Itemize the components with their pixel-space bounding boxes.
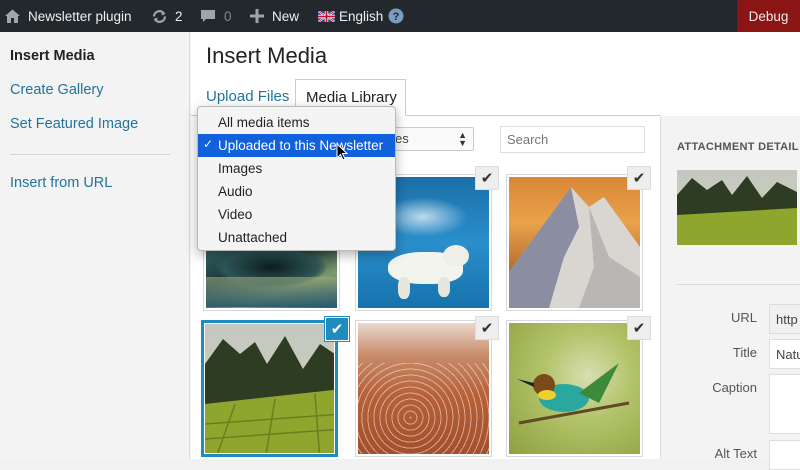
attachment-thumbnail (677, 170, 797, 245)
new-link[interactable]: New (272, 0, 299, 32)
media-item-green-valley[interactable] (201, 320, 338, 457)
comment-icon[interactable] (200, 0, 216, 32)
dropdown-option-label: Audio (218, 184, 253, 199)
flamingos-image (358, 323, 489, 454)
updates-icon[interactable] (151, 0, 168, 32)
dropdown-option-video[interactable]: Video (198, 203, 395, 226)
dropdown-option-unattached[interactable]: Unattached (198, 226, 395, 249)
plus-icon[interactable] (250, 0, 264, 32)
dropdown-option-audio[interactable]: Audio (198, 180, 395, 203)
sidebar-divider (10, 154, 170, 155)
dropdown-option-label: Video (218, 207, 253, 222)
updates-count[interactable]: 2 (175, 0, 183, 32)
comments-count[interactable]: 0 (224, 0, 232, 32)
dropdown-option-uploaded-to-this-newsletter[interactable]: ✓ Uploaded to this Newsletter (198, 134, 395, 157)
attachment-details-heading: ATTACHMENT DETAIL (677, 141, 799, 153)
dropdown-option-label: Unattached (218, 230, 288, 245)
dropdown-option-images[interactable]: Images (198, 157, 395, 180)
check-icon[interactable]: ✔ (325, 317, 349, 341)
page-title: Insert Media (206, 43, 328, 68)
caption-label: Caption (712, 380, 757, 395)
sidebar-item-insert-from-url[interactable]: Insert from URL (10, 175, 112, 191)
url-field[interactable] (769, 304, 800, 334)
dropdown-option-label: Images (218, 161, 263, 176)
bee-eater-bird-image (509, 323, 640, 454)
check-icon[interactable]: ✔ (627, 166, 651, 190)
admin-bar: Newsletter plugin 2 0 New English ? Debu… (0, 0, 800, 32)
language-switcher[interactable]: English (339, 0, 383, 32)
checkmark-icon: ✓ (203, 137, 214, 151)
sidebar-item-set-featured-image[interactable]: Set Featured Image (10, 116, 138, 132)
dropdown-option-all-media-items[interactable]: All media items (198, 111, 395, 134)
select-arrows-icon: ▲ ▼ (458, 130, 467, 148)
debug-button[interactable]: Debug (737, 0, 800, 32)
sidebar-item-insert-media[interactable]: Insert Media (10, 48, 95, 64)
title-field[interactable] (769, 339, 800, 369)
check-icon[interactable]: ✔ (627, 316, 651, 340)
media-item-snowy-mountain[interactable] (506, 174, 643, 311)
svg-text:?: ? (393, 11, 400, 23)
url-label: URL (730, 310, 757, 325)
check-icon[interactable]: ✔ (475, 316, 499, 340)
media-filter-value: es (395, 131, 409, 146)
help-icon[interactable]: ? (388, 0, 404, 32)
search-input[interactable] (500, 126, 645, 153)
caption-field[interactable] (769, 374, 800, 434)
media-filter-dropdown: All media items ✓ Uploaded to this Newsle… (197, 106, 396, 251)
details-divider (677, 284, 800, 285)
mouse-cursor-icon (336, 142, 349, 165)
uk-flag-icon[interactable] (318, 0, 335, 32)
sidebar-item-create-gallery[interactable]: Create Gallery (10, 82, 103, 98)
dropdown-option-label: All media items (218, 115, 310, 130)
media-item-flamingos[interactable] (355, 320, 492, 457)
dropdown-option-label: Uploaded to this Newsletter (218, 138, 384, 153)
snowy-mountain-image (509, 177, 640, 308)
title-label: Title (732, 345, 757, 360)
site-name-link[interactable]: Newsletter plugin (28, 0, 132, 32)
alt-text-field[interactable] (769, 440, 800, 470)
check-icon[interactable]: ✔ (475, 166, 499, 190)
media-item-bee-eater-bird[interactable] (506, 320, 643, 457)
green-valley-image (205, 324, 334, 453)
wordpress-home-icon[interactable] (4, 0, 21, 32)
tab-upload-files[interactable]: Upload Files (206, 88, 289, 105)
